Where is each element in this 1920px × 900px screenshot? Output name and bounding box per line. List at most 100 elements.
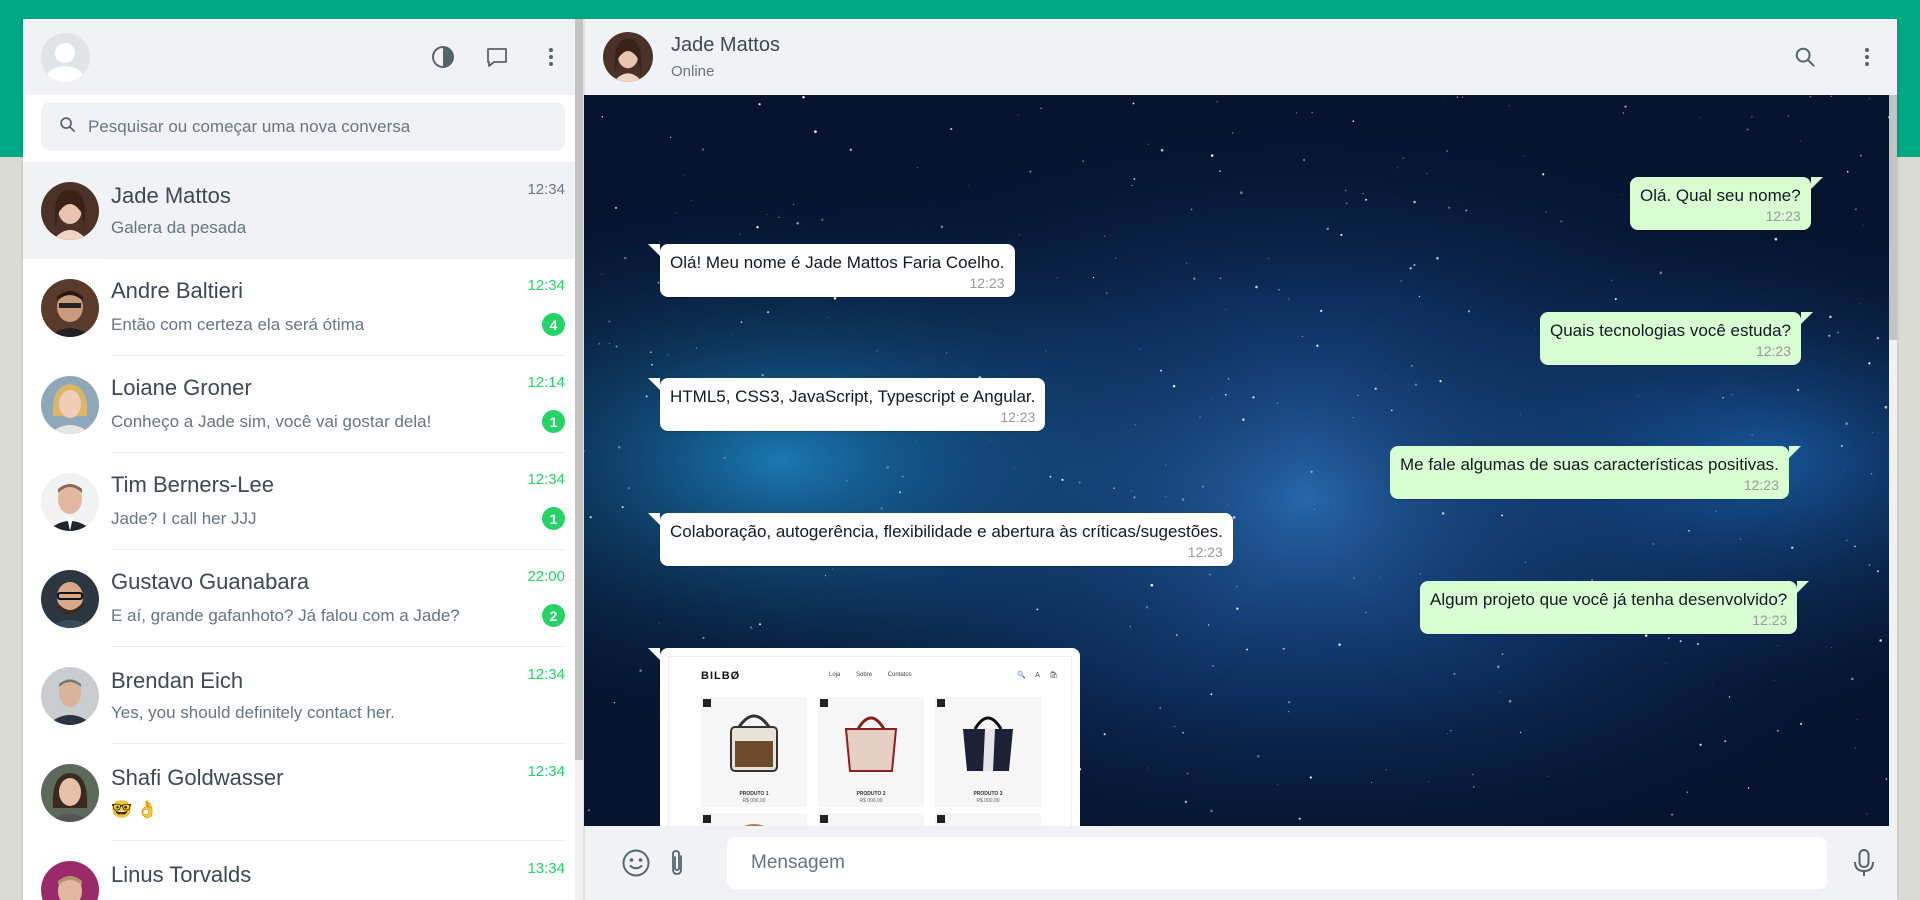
shop-logo: BILBØ [701, 670, 741, 682]
attach-icon[interactable] [665, 848, 689, 878]
microphone-icon[interactable] [1851, 848, 1877, 878]
product-card [818, 813, 924, 826]
product-price: R$ 000,00 [976, 798, 1000, 804]
sidebar-scrollbar-thumb[interactable] [575, 19, 583, 760]
contact-avatar[interactable] [603, 32, 653, 82]
chat-item-brendan-eich[interactable]: Brendan Eich 12:34 Yes, you should defini… [23, 647, 583, 744]
chat-name: Brendan Eich [111, 667, 244, 693]
product-name: PRODUTO 1 [739, 791, 769, 797]
message-incoming[interactable]: Colaboração, autogerência, flexibilidade… [648, 513, 1233, 566]
contact-status: Online [671, 63, 715, 80]
search-icon[interactable] [1793, 45, 1817, 69]
shop-nav: Loja Sobre Contatos [829, 672, 926, 678]
message-outgoing[interactable]: Quais tecnologias você estuda? 12:23 [1540, 312, 1813, 365]
avatar [41, 278, 99, 337]
avatar [41, 569, 99, 628]
chat-name: Linus Torvalds [111, 861, 252, 887]
chat-name: Shafi Goldwasser [111, 764, 284, 790]
sidebar-scrollbar[interactable] [575, 19, 583, 900]
unread-badge: 4 [542, 313, 565, 336]
conversation-panel: Jade Mattos Online Olá. Qual seu nome? 1… [584, 19, 1897, 900]
chat-item-andre-baltieri[interactable]: Andre Baltieri 12:34 Então com certeza el… [23, 259, 583, 356]
unread-badge: 1 [542, 507, 565, 530]
search-box [41, 102, 565, 151]
search-area [23, 95, 583, 162]
conversation-scrollbar[interactable] [1889, 95, 1897, 826]
avatar [41, 763, 99, 822]
conversation-header: Jade Mattos Online [584, 19, 1897, 95]
image-message[interactable]: BILBØ Loja Sobre Contatos 🔍 A 🛍 PRODUTO … [648, 648, 1080, 826]
contact-info[interactable]: Jade Mattos Online [671, 34, 1793, 80]
handbag-image [844, 716, 898, 772]
chat-preview: Ok [111, 897, 133, 900]
message-text: Olá. Qual seu nome? [1640, 186, 1801, 205]
chat-time: 13:34 [527, 860, 565, 877]
chat-list: Jade Mattos 12:34 Galera da pesada Andre … [23, 162, 583, 900]
product-card: PRODUTO 2 R$ 000,00 [818, 697, 924, 807]
new-chat-icon[interactable] [485, 45, 509, 69]
website-screenshot: BILBØ Loja Sobre Contatos 🔍 A 🛍 PRODUTO … [668, 656, 1072, 826]
chat-name: Gustavo Guanabara [111, 569, 310, 594]
contact-name: Jade Mattos [671, 34, 780, 56]
message-time: 12:23 [1000, 409, 1036, 425]
my-avatar[interactable] [41, 32, 90, 82]
chat-preview: 🤓 👌 [111, 799, 159, 819]
app-window: Jade Mattos 12:34 Galera da pesada Andre … [23, 19, 1897, 900]
chat-time: 12:34 [527, 763, 565, 780]
chat-item-linus-torvalds[interactable]: Linus Torvalds 13:34 Ok [23, 841, 583, 900]
message-text: HTML5, CSS3, JavaScript, Typescript e An… [670, 387, 1036, 406]
chat-preview: Jade? I call her JJJ [111, 508, 257, 528]
message-time: 12:23 [1743, 477, 1779, 493]
compose-bar [584, 826, 1897, 900]
handbag-image [963, 716, 1013, 771]
message-outgoing[interactable]: Algum projeto que você já tenha desenvol… [1420, 581, 1810, 634]
chat-time: 22:00 [527, 567, 565, 585]
avatar [41, 666, 99, 725]
unread-badge: 1 [542, 410, 565, 433]
chat-item-loiane-groner[interactable]: Loiane Groner 12:14 Conheço a Jade sim, v… [23, 356, 583, 453]
message-list: Olá. Qual seu nome? 12:23 Olá! Meu nome … [584, 95, 1884, 826]
chat-preview: Yes, you should definitely contact her. [111, 702, 395, 722]
avatar [41, 181, 99, 240]
chat-item-gustavo-guanabara[interactable]: Gustavo Guanabara 22:00 E aí, grande gafa… [23, 550, 583, 647]
message-text: Me fale algumas de suas características … [1400, 455, 1779, 474]
chat-time: 12:34 [527, 470, 565, 488]
product-name: PRODUTO 3 [973, 791, 1003, 797]
chat-item-shafi-goldwasser[interactable]: Shafi Goldwasser 12:34 🤓 👌 [23, 744, 583, 841]
message-input[interactable] [751, 852, 1803, 874]
shop-nav-icons: 🔍 A 🛍 [1017, 672, 1063, 679]
chat-preview: Então com certeza ela será ótima [111, 314, 365, 334]
search-input[interactable] [88, 116, 547, 137]
chat-time: 12:34 [527, 276, 565, 294]
conversation-scrollbar-thumb[interactable] [1889, 95, 1897, 340]
menu-icon[interactable] [1855, 45, 1879, 69]
status-icon[interactable] [431, 45, 455, 69]
message-text: Algum projeto que você já tenha desenvol… [1430, 590, 1788, 609]
sidebar: Jade Mattos 12:34 Galera da pesada Andre … [23, 19, 584, 900]
chat-name: Jade Mattos [111, 182, 231, 208]
chat-preview: E aí, grande gafanhoto? Já falou com a J… [111, 605, 460, 625]
product-card: PRODUTO 3 R$ 000,00 [935, 697, 1041, 807]
shop-nav-item: Contatos [887, 672, 912, 678]
chat-time: 12:34 [527, 181, 565, 198]
emoji-icon[interactable] [621, 848, 651, 878]
chat-time: 12:14 [527, 373, 565, 391]
message-input-box [727, 837, 1827, 889]
chat-preview: Conheço a Jade sim, você vai gostar dela… [111, 411, 432, 431]
message-outgoing[interactable]: Me fale algumas de suas características … [1390, 446, 1801, 499]
message-area: Olá. Qual seu nome? 12:23 Olá! Meu nome … [584, 95, 1897, 826]
message-incoming[interactable]: Olá! Meu nome é Jade Mattos Faria Coelho… [648, 244, 1015, 297]
avatar [41, 472, 99, 531]
shop-nav-item: Sobre [856, 672, 873, 678]
chat-item-jade-mattos[interactable]: Jade Mattos 12:34 Galera da pesada [23, 162, 583, 259]
message-text: Quais tecnologias você estuda? [1550, 321, 1791, 340]
message-text: Olá! Meu nome é Jade Mattos Faria Coelho… [670, 253, 1005, 272]
message-text: Colaboração, autogerência, flexibilidade… [670, 522, 1223, 541]
message-incoming[interactable]: HTML5, CSS3, JavaScript, Typescript e An… [647, 378, 1046, 431]
menu-icon[interactable] [539, 45, 563, 69]
message-outgoing[interactable]: Olá. Qual seu nome? 12:23 [1630, 177, 1823, 230]
sidebar-header [23, 19, 583, 95]
chat-item-tim-berners-lee[interactable]: Tim Berners-Lee 12:34 Jade? I call her JJ… [23, 453, 583, 550]
product-name: PRODUTO 2 [856, 791, 886, 797]
product-card [701, 813, 807, 826]
